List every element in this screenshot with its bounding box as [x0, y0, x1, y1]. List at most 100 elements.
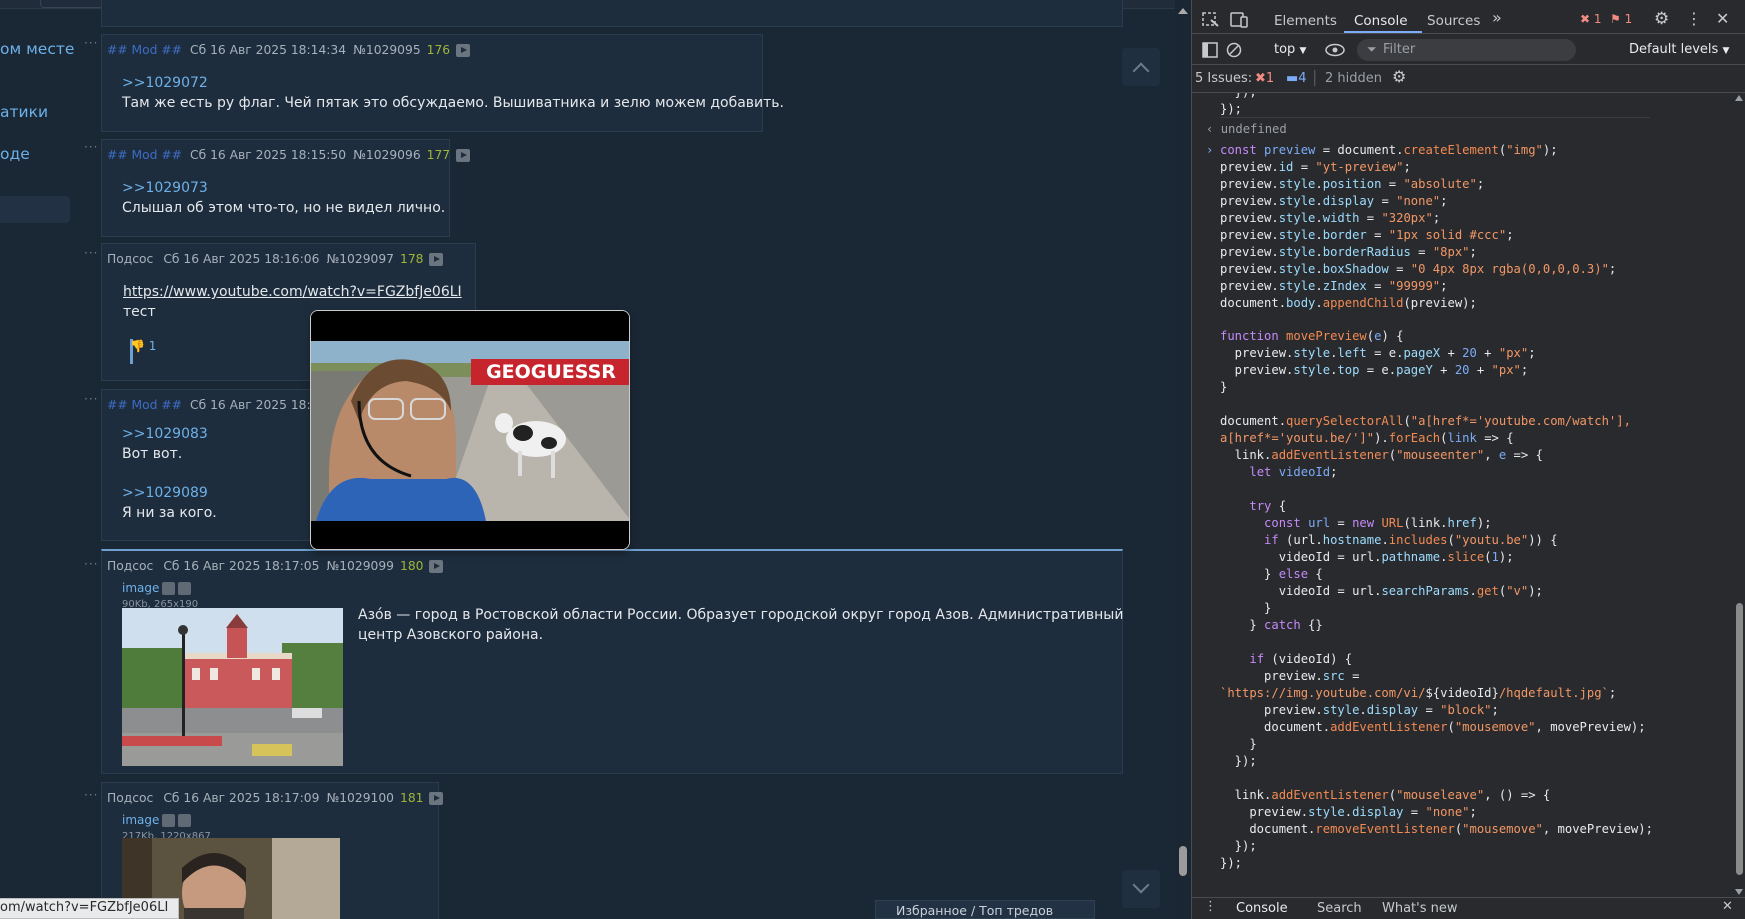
- filter-icon: ⏷: [1367, 42, 1377, 56]
- reply-link[interactable]: >>1029072: [122, 73, 784, 93]
- search-icon[interactable]: [162, 813, 176, 827]
- tab-console[interactable]: Console: [1354, 13, 1408, 29]
- post-text: Я ни за кого.: [122, 505, 217, 521]
- clear-console-icon[interactable]: [1226, 42, 1242, 58]
- sidebar-link-2[interactable]: атики: [0, 103, 48, 121]
- download-icon[interactable]: [178, 581, 192, 595]
- code-line: document.removeEventListener("mousemove"…: [1220, 822, 1653, 836]
- code-line: if (url.hostname.includes("youtu.be")) {: [1264, 533, 1558, 547]
- drawer-menu-icon[interactable]: ⋮: [1204, 899, 1217, 914]
- context-select[interactable]: top ▼: [1274, 42, 1306, 57]
- geoguessr-logo: GEOGUESSR: [486, 361, 616, 383]
- post-menu-icon[interactable]: ···: [84, 246, 98, 260]
- reply-link[interactable]: >>1029089: [122, 483, 217, 503]
- reply-link[interactable]: >>1029073: [122, 178, 445, 198]
- code-line: preview.style.top = e.pageY + 20 + "px";: [1220, 363, 1529, 377]
- device-toolbar-icon[interactable]: [1230, 11, 1250, 29]
- azov-thumbnail[interactable]: [122, 608, 343, 766]
- error-count-value: 1: [1593, 12, 1602, 26]
- post-number[interactable]: №1029095: [353, 40, 421, 60]
- post-number[interactable]: №1029100: [326, 788, 394, 808]
- post-number[interactable]: №1029097: [326, 249, 394, 269]
- yt-preview: GEOGUESSR: [310, 310, 630, 550]
- code-line: `https://img.youtube.com/vi/${videoId}/h…: [1220, 686, 1617, 700]
- code-line: preview.style.boxShadow = "0 4px 8px rgb…: [1220, 262, 1617, 276]
- youtube-link[interactable]: https://www.youtube.com/watch?v=FGZbfJe0…: [123, 282, 462, 302]
- issues-settings-icon[interactable]: ⚙: [1392, 67, 1406, 86]
- sidebar-link-3[interactable]: оде: [0, 145, 30, 163]
- page-scrollbar[interactable]: [1175, 0, 1191, 919]
- code-line: });: [1220, 93, 1257, 101]
- sidebar-toggle-icon[interactable]: [1202, 42, 1218, 58]
- search-icon[interactable]: [162, 581, 176, 595]
- play-icon[interactable]: [429, 791, 444, 805]
- code-line: const url = new URL(link.href);: [1264, 516, 1492, 530]
- post-partial: [101, 0, 1123, 27]
- tab-elements[interactable]: Elements: [1274, 13, 1337, 29]
- play-icon[interactable]: [429, 252, 444, 266]
- post-date: Сб 16 Авг 2025 18:17:05: [163, 559, 320, 573]
- post-header: Подсос Сб 16 Авг 2025 18:16:06 №1029097 …: [107, 249, 444, 269]
- post-1029099: Подсос Сб 16 Авг 2025 18:17:05 №1029099 …: [101, 549, 1123, 774]
- post-menu-icon[interactable]: ···: [84, 788, 98, 802]
- scroll-up-button[interactable]: [1122, 48, 1160, 86]
- play-icon[interactable]: [456, 43, 471, 57]
- play-icon[interactable]: [429, 559, 444, 573]
- devtools-tabbar: Elements Console Sources » ✖ 1 ⚑ 1 ⚙ ⋮ ✕: [1192, 6, 1745, 34]
- code-line: preview.style.display = "none";: [1220, 194, 1448, 208]
- issue-count[interactable]: ⚑ 1: [1610, 12, 1632, 26]
- scroll-down-button[interactable]: [1122, 870, 1160, 908]
- status-url: om/watch?v=FGZbfJe06LI: [0, 898, 180, 919]
- post-number[interactable]: №1029096: [353, 145, 421, 165]
- live-expression-eye-icon[interactable]: [1325, 43, 1345, 57]
- sidebar-link-1[interactable]: ом месте: [0, 40, 74, 58]
- close-icon[interactable]: ✕: [1716, 9, 1729, 28]
- log-levels-select[interactable]: Default levels ▼: [1629, 42, 1729, 57]
- more-tabs-icon[interactable]: »: [1492, 8, 1502, 27]
- post-menu-icon[interactable]: ···: [84, 557, 98, 571]
- code-line: let videoId;: [1249, 465, 1338, 479]
- favorites-bar[interactable]: Избранное / Топ тредов: [875, 900, 1095, 919]
- drawer-close-icon[interactable]: ✕: [1722, 899, 1733, 914]
- thumbs-down-icon: 👎: [130, 339, 145, 353]
- code-line: });: [1220, 754, 1257, 768]
- drawer-tab-whats-new[interactable]: What's new: [1382, 901, 1458, 916]
- settings-icon[interactable]: ⚙: [1654, 9, 1669, 29]
- post-number[interactable]: №1029099: [326, 556, 394, 576]
- error-icon: ✖: [1580, 12, 1591, 26]
- download-icon[interactable]: [178, 813, 192, 827]
- tab-sources[interactable]: Sources: [1427, 13, 1480, 29]
- filter-input[interactable]: ⏷ Filter: [1357, 39, 1576, 61]
- play-icon[interactable]: [456, 148, 471, 162]
- post-text-line-2: центр Азовского района.: [358, 627, 544, 643]
- code-line: document.addEventListener("mousemove", m…: [1220, 720, 1646, 734]
- post-menu-icon[interactable]: ···: [84, 36, 98, 50]
- dropdown-arrow-icon: ▼: [1722, 46, 1730, 56]
- post-text: Слышал об этом что-то, но не видел лично…: [122, 200, 446, 216]
- expand-arrow-icon[interactable]: ›: [1206, 142, 1213, 159]
- post-text: Вот вот.: [122, 446, 183, 462]
- issues-label[interactable]: 5 Issues:: [1195, 71, 1252, 86]
- dislike-button[interactable]: 👎 1: [130, 336, 156, 356]
- post-text-line-1: Азо́в — город в Ростовской области Росси…: [358, 607, 1124, 623]
- inspect-icon[interactable]: [1202, 12, 1220, 28]
- post-menu-icon[interactable]: ···: [84, 140, 98, 154]
- code-line: }: [1220, 380, 1228, 394]
- console-scrollbar[interactable]: [1733, 93, 1745, 897]
- issues-message-count[interactable]: ▬4: [1286, 71, 1307, 86]
- code-line: link.addEventListener("mouseleave", () =…: [1220, 788, 1551, 802]
- reply-link[interactable]: >>1029083: [122, 424, 217, 444]
- hidden-count[interactable]: 2 hidden: [1325, 71, 1382, 86]
- issue-count-value: 1: [1624, 12, 1633, 26]
- drawer-tab-search[interactable]: Search: [1317, 901, 1362, 916]
- post-menu-icon[interactable]: ···: [84, 392, 98, 406]
- error-count[interactable]: ✖ 1: [1580, 12, 1602, 26]
- issues-error-count[interactable]: ✖1: [1255, 71, 1274, 86]
- more-options-icon[interactable]: ⋮: [1686, 9, 1702, 28]
- code-line: preview.id = "yt-preview";: [1220, 160, 1411, 174]
- page-scrollbar-thumb[interactable]: [1179, 846, 1187, 876]
- drawer-tab-console[interactable]: Console: [1236, 901, 1288, 916]
- post-date: Сб 16 Авг 2025 18:17:09: [163, 791, 320, 805]
- console-scrollbar-thumb[interactable]: [1736, 603, 1743, 875]
- code-line: a[href*='youtu.be/']").forEach(link => {: [1220, 431, 1514, 445]
